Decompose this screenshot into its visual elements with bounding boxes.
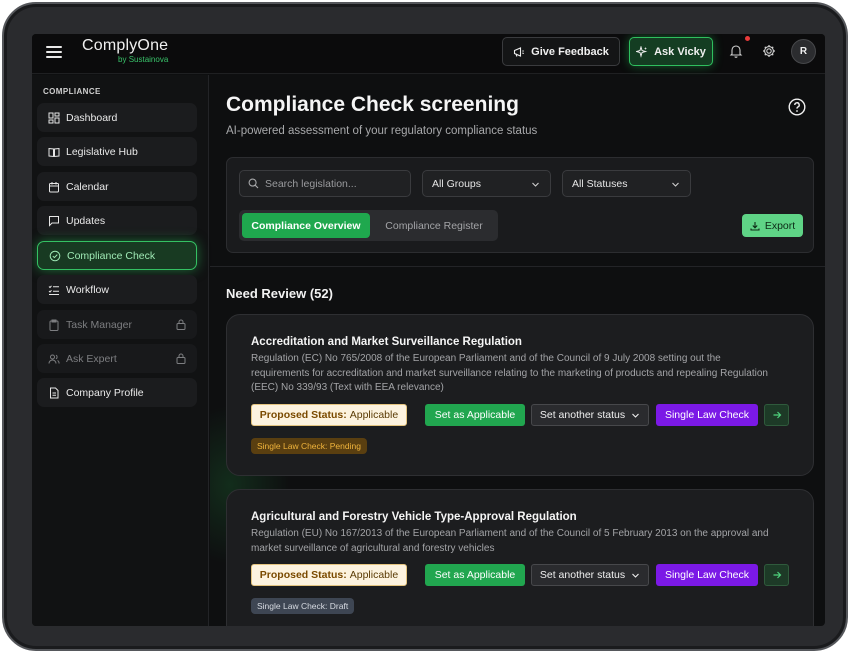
check-circle-icon — [49, 250, 61, 261]
sidebar-item-label: Workflow — [66, 283, 109, 296]
notification-dot — [745, 36, 750, 41]
search-box[interactable] — [239, 170, 411, 197]
proposed-status-value: Applicable — [349, 409, 399, 421]
sidebar-item-company-profile[interactable]: Company Profile — [37, 378, 197, 407]
brand-logo: ComplyOne by Sustainova — [82, 37, 168, 64]
sidebar-item-label: Legislative Hub — [66, 145, 138, 158]
lock-icon — [176, 353, 186, 364]
sidebar-item-label: Updates — [66, 214, 106, 227]
sidebar-item-ask-expert[interactable]: Ask Expert — [37, 344, 197, 373]
arrow-right-icon — [773, 571, 781, 579]
app-subtitle: by Sustainova — [118, 55, 169, 64]
sidebar-heading: COMPLIANCE — [43, 87, 101, 96]
sidebar-item-label: Dashboard — [66, 111, 118, 124]
page-subtitle: AI-powered assessment of your regulatory… — [226, 125, 538, 137]
proposed-status-badge: Proposed Status: Applicable — [251, 404, 407, 426]
card-description: Regulation (EU) No 167/2013 of the Europ… — [251, 528, 769, 554]
statuses-select[interactable]: All Statuses — [562, 170, 691, 197]
set-as-applicable-button[interactable]: Set as Applicable — [425, 404, 525, 426]
ask-vicky-label: Ask Vicky — [654, 45, 706, 58]
dashboard-icon — [48, 112, 60, 123]
sidebar-item-compliance-check[interactable]: Compliance Check — [37, 241, 197, 270]
set-another-status-label: Set another status — [539, 409, 626, 421]
users-icon — [48, 354, 60, 364]
groups-select-value: All Groups — [432, 177, 482, 190]
single-law-check-status-pill: Single Law Check: Pending — [251, 438, 367, 454]
groups-select[interactable]: All Groups — [422, 170, 551, 197]
menu-icon[interactable] — [46, 46, 62, 60]
need-review-heading: Need Review (52) — [226, 286, 333, 301]
sidebar-item-label: Ask Expert — [66, 352, 117, 365]
card-title: Accreditation and Market Surveillance Re… — [251, 336, 522, 348]
top-bar: ComplyOne by Sustainova Give Feedback As… — [32, 34, 825, 74]
legislation-card: Accreditation and Market Surveillance Re… — [226, 314, 814, 476]
sidebar-item-calendar[interactable]: Calendar — [37, 172, 197, 201]
clipboard-icon — [49, 319, 59, 331]
tab-compliance-overview[interactable]: Compliance Overview — [242, 213, 370, 238]
page-title: Compliance Check screening — [226, 93, 519, 116]
statuses-select-value: All Statuses — [572, 177, 628, 190]
set-another-status-button[interactable]: Set another status — [531, 564, 649, 586]
export-label: Export — [764, 219, 796, 232]
download-icon — [750, 221, 760, 231]
open-detail-button[interactable] — [764, 564, 789, 586]
app-screen: ComplyOne by Sustainova Give Feedback As… — [32, 34, 825, 626]
section-divider — [210, 266, 825, 267]
app-title: ComplyOne — [82, 37, 169, 54]
chevron-down-icon — [672, 182, 679, 187]
sidebar: COMPLIANCE Dashboard Legislative Hub Cal… — [32, 75, 209, 626]
single-law-check-button[interactable]: Single Law Check — [656, 404, 758, 426]
sidebar-item-dashboard[interactable]: Dashboard — [37, 103, 197, 132]
search-input[interactable] — [265, 177, 405, 190]
give-feedback-button[interactable]: Give Feedback — [502, 37, 620, 66]
set-another-status-button[interactable]: Set another status — [531, 404, 649, 426]
gear-icon[interactable] — [761, 43, 777, 59]
main-content: Compliance Check screening AI-powered as… — [210, 75, 825, 626]
sidebar-item-updates[interactable]: Updates — [37, 206, 197, 235]
sparkle-icon — [636, 45, 648, 58]
bell-icon[interactable] — [728, 43, 744, 59]
proposed-status-prefix: Proposed Status: — [259, 409, 347, 421]
export-button[interactable]: Export — [742, 214, 803, 237]
proposed-status-badge: Proposed Status: Applicable — [251, 564, 407, 586]
tablet-frame: ComplyOne by Sustainova Give Feedback As… — [2, 2, 848, 651]
sidebar-item-label: Calendar — [66, 180, 109, 193]
sidebar-item-legislative-hub[interactable]: Legislative Hub — [37, 137, 197, 166]
sidebar-item-label: Compliance Check — [67, 249, 156, 262]
search-icon — [248, 178, 259, 189]
single-law-check-status-pill: Single Law Check: Draft — [251, 598, 355, 614]
give-feedback-label: Give Feedback — [531, 45, 609, 58]
file-icon — [50, 387, 59, 398]
chevron-down-icon — [632, 413, 639, 418]
legislation-card: Agricultural and Forestry Vehicle Type-A… — [226, 489, 814, 626]
set-another-status-label: Set another status — [539, 569, 626, 581]
sidebar-item-label: Task Manager — [66, 318, 132, 331]
calendar-icon — [49, 181, 59, 192]
list-checks-icon — [48, 284, 59, 295]
lock-icon — [176, 319, 186, 330]
megaphone-icon — [514, 46, 525, 57]
filter-panel: All Groups All Statuses Compliance Overv… — [226, 157, 814, 253]
message-square-icon — [49, 215, 59, 227]
set-as-applicable-button[interactable]: Set as Applicable — [425, 564, 525, 586]
user-avatar[interactable]: R — [791, 39, 816, 64]
proposed-status-value: Applicable — [349, 569, 399, 581]
chevron-down-icon — [632, 573, 639, 578]
single-law-check-button[interactable]: Single Law Check — [656, 564, 758, 586]
sidebar-item-workflow[interactable]: Workflow — [37, 275, 197, 304]
ask-vicky-button[interactable]: Ask Vicky — [629, 37, 713, 66]
help-icon[interactable] — [788, 98, 806, 116]
chevron-down-icon — [532, 182, 539, 187]
sidebar-item-task-manager[interactable]: Task Manager — [37, 310, 197, 339]
book-open-icon — [48, 147, 60, 157]
open-detail-button[interactable] — [764, 404, 789, 426]
proposed-status-prefix: Proposed Status: — [259, 569, 347, 581]
tab-compliance-register[interactable]: Compliance Register — [373, 213, 495, 238]
card-description: Regulation (EC) No 765/2008 of the Europ… — [251, 353, 768, 393]
arrow-right-icon — [773, 411, 781, 419]
sidebar-item-label: Company Profile — [66, 386, 144, 399]
view-tabs: Compliance Overview Compliance Register — [239, 210, 498, 241]
card-title: Agricultural and Forestry Vehicle Type-A… — [251, 511, 577, 523]
